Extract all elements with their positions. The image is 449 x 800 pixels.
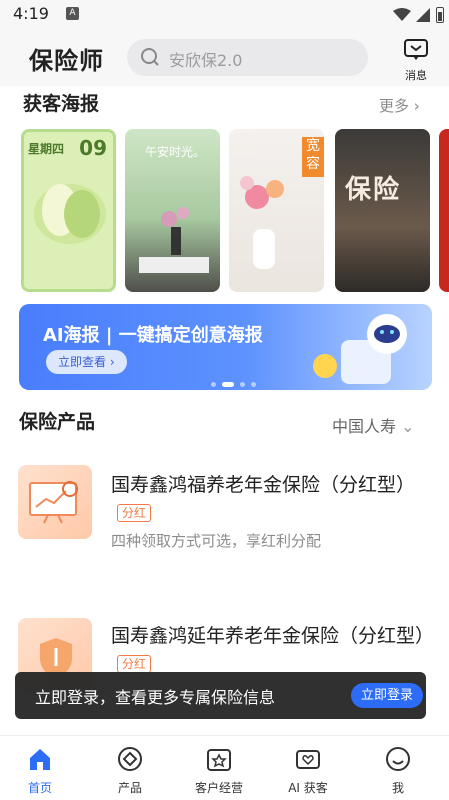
poster-card[interactable]: 午安时光。 <box>125 129 220 292</box>
product-name-text: 国寿鑫鸿延年养老年金保险（分红型） <box>111 625 435 647</box>
toast-text: 立即登录，查看更多专属保险信息 <box>35 688 276 707</box>
message-button[interactable]: 消息 <box>398 38 434 83</box>
poster-card[interactable]: 保险 <box>335 129 430 292</box>
tab-customer[interactable]: 客户经营 <box>179 746 259 796</box>
status-time: 4:19 <box>13 4 49 23</box>
product-image <box>18 465 92 539</box>
flower-image <box>139 207 209 273</box>
tab-label: 我 <box>391 781 404 795</box>
more-label: 更多 <box>379 97 410 115</box>
customer-icon <box>207 749 231 771</box>
tab-label: 客户经营 <box>194 781 243 795</box>
login-toast: 立即登录，查看更多专属保险信息 立即登录 <box>15 672 426 719</box>
tab-ai[interactable]: AI 获客 <box>268 746 348 796</box>
products-section-title: 保险产品 <box>19 411 96 433</box>
posters-section-title: 获客海报 <box>23 93 100 115</box>
banner-view-button[interactable]: 立即查看 › <box>46 350 127 374</box>
tab-me[interactable]: 我 <box>358 746 438 796</box>
home-icon <box>30 749 50 770</box>
cabbage-image <box>34 184 106 244</box>
tab-home[interactable]: 首页 <box>0 746 80 796</box>
signal-icon <box>416 8 430 22</box>
search-input[interactable]: 安欣保2.0 <box>127 39 368 76</box>
poster-title: 保险 <box>345 175 402 205</box>
notification-a-icon: A <box>66 7 79 20</box>
battery-icon <box>436 7 444 23</box>
search-placeholder: 安欣保2.0 <box>169 51 243 70</box>
login-button[interactable]: 立即登录 <box>351 683 423 708</box>
company-selector[interactable]: 中国人寿 ⌄ <box>332 413 415 437</box>
posters-more-link[interactable]: 更多 › <box>379 95 420 116</box>
chart-board-icon <box>29 481 78 524</box>
product-item[interactable]: 国寿鑫鸿延年养老年金保险（分红型） 分红 <box>0 616 449 692</box>
message-icon <box>404 39 428 60</box>
company-label: 中国人寿 <box>332 417 397 436</box>
poster-title: 宽容 <box>302 137 324 177</box>
me-icon <box>386 747 410 771</box>
bottom-tab-bar: 首页 产品 客户经营 AI 获客 我 <box>0 735 449 800</box>
banner-title: AI海报 | 一键搞定创意海报 <box>43 325 263 346</box>
product-item[interactable]: 国寿鑫鸿福养老年金保险（分红型） 分红 四种领取方式可选，享红利分配 <box>0 463 449 573</box>
flower-vase-image <box>240 176 284 269</box>
chevron-down-icon: ⌄ <box>401 417 415 436</box>
status-bar: 4:19 A <box>0 0 449 30</box>
poster-date: 09 <box>79 136 107 160</box>
product-name-text: 国寿鑫鸿福养老年金保险（分红型） <box>111 474 416 496</box>
poster-card[interactable]: 宽容 <box>229 129 324 292</box>
tab-products[interactable]: 产品 <box>90 746 170 796</box>
product-name: 国寿鑫鸿福养老年金保险（分红型） 分红 <box>111 471 431 529</box>
tab-label: 首页 <box>27 781 52 795</box>
poster-card[interactable] <box>439 129 449 292</box>
ai-icon <box>296 750 320 769</box>
search-icon <box>141 48 159 66</box>
poster-title: 午安时光。 <box>145 145 206 159</box>
product-description: 四种领取方式可选，享红利分配 <box>111 532 322 550</box>
message-label: 消息 <box>405 69 427 82</box>
poster-weekday: 星期四 <box>28 142 65 156</box>
wifi-icon <box>393 8 411 21</box>
dividend-tag: 分红 <box>117 504 152 522</box>
page-title: 保险师 <box>29 47 104 75</box>
dividend-tag: 分红 <box>117 655 152 673</box>
ai-poster-banner[interactable]: AI海报 | 一键搞定创意海报 立即查看 › <box>19 304 432 390</box>
app-header: 保险师 安欣保2.0 消息 <box>0 30 449 86</box>
banner-pagination <box>211 372 262 390</box>
tab-label: AI 获客 <box>288 781 328 795</box>
tab-label: 产品 <box>117 781 142 795</box>
astronaut-robot-icon <box>313 314 407 384</box>
poster-card[interactable]: 星期四 09 <box>21 129 116 292</box>
product-icon <box>118 747 142 771</box>
